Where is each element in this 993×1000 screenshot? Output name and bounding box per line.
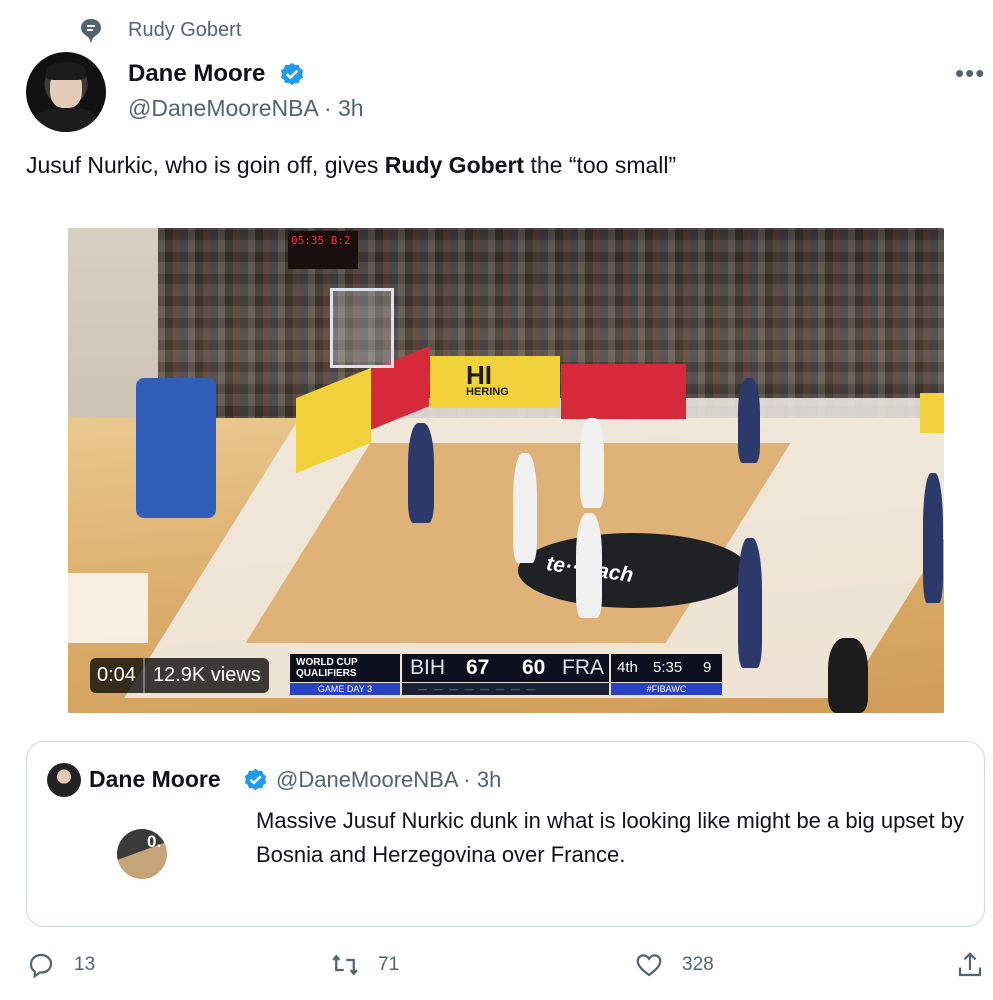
heart-icon (636, 954, 662, 977)
social-context-label: Rudy Gobert (128, 19, 242, 41)
retweet-icon (332, 954, 358, 976)
fouls-strip: — — — — — — — — (402, 683, 609, 695)
tweet-mention[interactable]: Rudy Gobert (385, 152, 524, 178)
shot-clock-label: 9 (703, 659, 712, 676)
quote-text: Massive Jusuf Nurkic dunk in what is loo… (256, 808, 965, 867)
game-clock: 4th 5:35 9 (611, 654, 722, 682)
reply-count: 13 (74, 954, 96, 975)
player (408, 423, 434, 523)
hashtag-label: #FIBAWC (611, 683, 722, 695)
hoop-stanchion (136, 378, 216, 518)
reply-button[interactable]: 13 (26, 950, 95, 980)
tweet-text-part: the “too small” (524, 152, 677, 178)
tweet-text-part: Jusuf Nurkic, who is goin off, gives (26, 152, 385, 178)
quote-media-thumbnail[interactable]: 0. (117, 829, 167, 879)
reply-icon (29, 953, 53, 979)
player (580, 418, 604, 508)
ad-board-subtext: HERING (466, 386, 509, 398)
event-line1: WORLD CUP (296, 657, 358, 668)
player (576, 513, 602, 618)
player (513, 453, 537, 563)
video-badge: 0:04 12.9K views (90, 658, 269, 693)
more-options-icon[interactable]: ••• (955, 60, 985, 86)
share-button[interactable] (955, 950, 985, 980)
team1-name: BIH (410, 656, 446, 679)
avatar[interactable] (26, 52, 106, 132)
tweet-text: Jusuf Nurkic, who is goin off, gives Rud… (26, 152, 676, 179)
retweet-count: 71 (378, 954, 400, 975)
quote-author-handle[interactable]: @DaneMooreNBA · 3h (276, 767, 501, 793)
quarter-label: 4th (617, 659, 638, 676)
video-player[interactable]: te··mach HI HERING 05:35 B:2 WORLD CUP Q… (68, 228, 944, 713)
court-logo (68, 573, 148, 643)
backboard (330, 288, 394, 368)
verified-badge-icon (244, 768, 267, 791)
author-handle[interactable]: @DaneMooreNBA · 3h (128, 95, 364, 122)
share-icon (958, 952, 982, 977)
ad-board (561, 364, 686, 419)
team1-score: 67 (466, 656, 490, 679)
video-views: 12.9K views (152, 664, 261, 686)
like-button[interactable]: 328 (634, 950, 714, 980)
player (923, 473, 943, 603)
quoted-tweet[interactable]: Dane Moore @DaneMooreNBA · 3h 0. Massive… (26, 741, 985, 927)
score-strip: BIH 67 60 FRA (402, 654, 609, 682)
quote-author-name[interactable]: Dane Moore (89, 766, 221, 793)
player (738, 538, 762, 668)
ad-board (920, 393, 944, 433)
topic-icon (81, 19, 101, 43)
video-time: 0:04 (90, 658, 145, 693)
referee (828, 638, 868, 713)
scoreboard-overlay: WORLD CUP QUALIFIERS GAME DAY 3 BIH 67 6… (290, 654, 722, 710)
quote-thumb-text: 0. (147, 832, 162, 851)
team2-score: 60 (522, 656, 546, 679)
team2-name: FRA (562, 656, 604, 679)
ad-board: HI HERING (430, 356, 560, 408)
event-badge: WORLD CUP QUALIFIERS (290, 654, 400, 682)
arena-shot-clock: 05:35 B:2 (288, 231, 358, 269)
quote-avatar[interactable] (47, 763, 81, 797)
clock-label: 5:35 (653, 659, 683, 676)
author-name[interactable]: Dane Moore (128, 60, 265, 88)
player (738, 378, 760, 463)
verified-badge-icon (280, 62, 304, 86)
game-day-label: GAME DAY 3 (290, 683, 400, 695)
retweet-button[interactable]: 71 (330, 950, 399, 980)
like-count: 328 (682, 954, 714, 975)
event-line2: QUALIFIERS (296, 668, 357, 679)
